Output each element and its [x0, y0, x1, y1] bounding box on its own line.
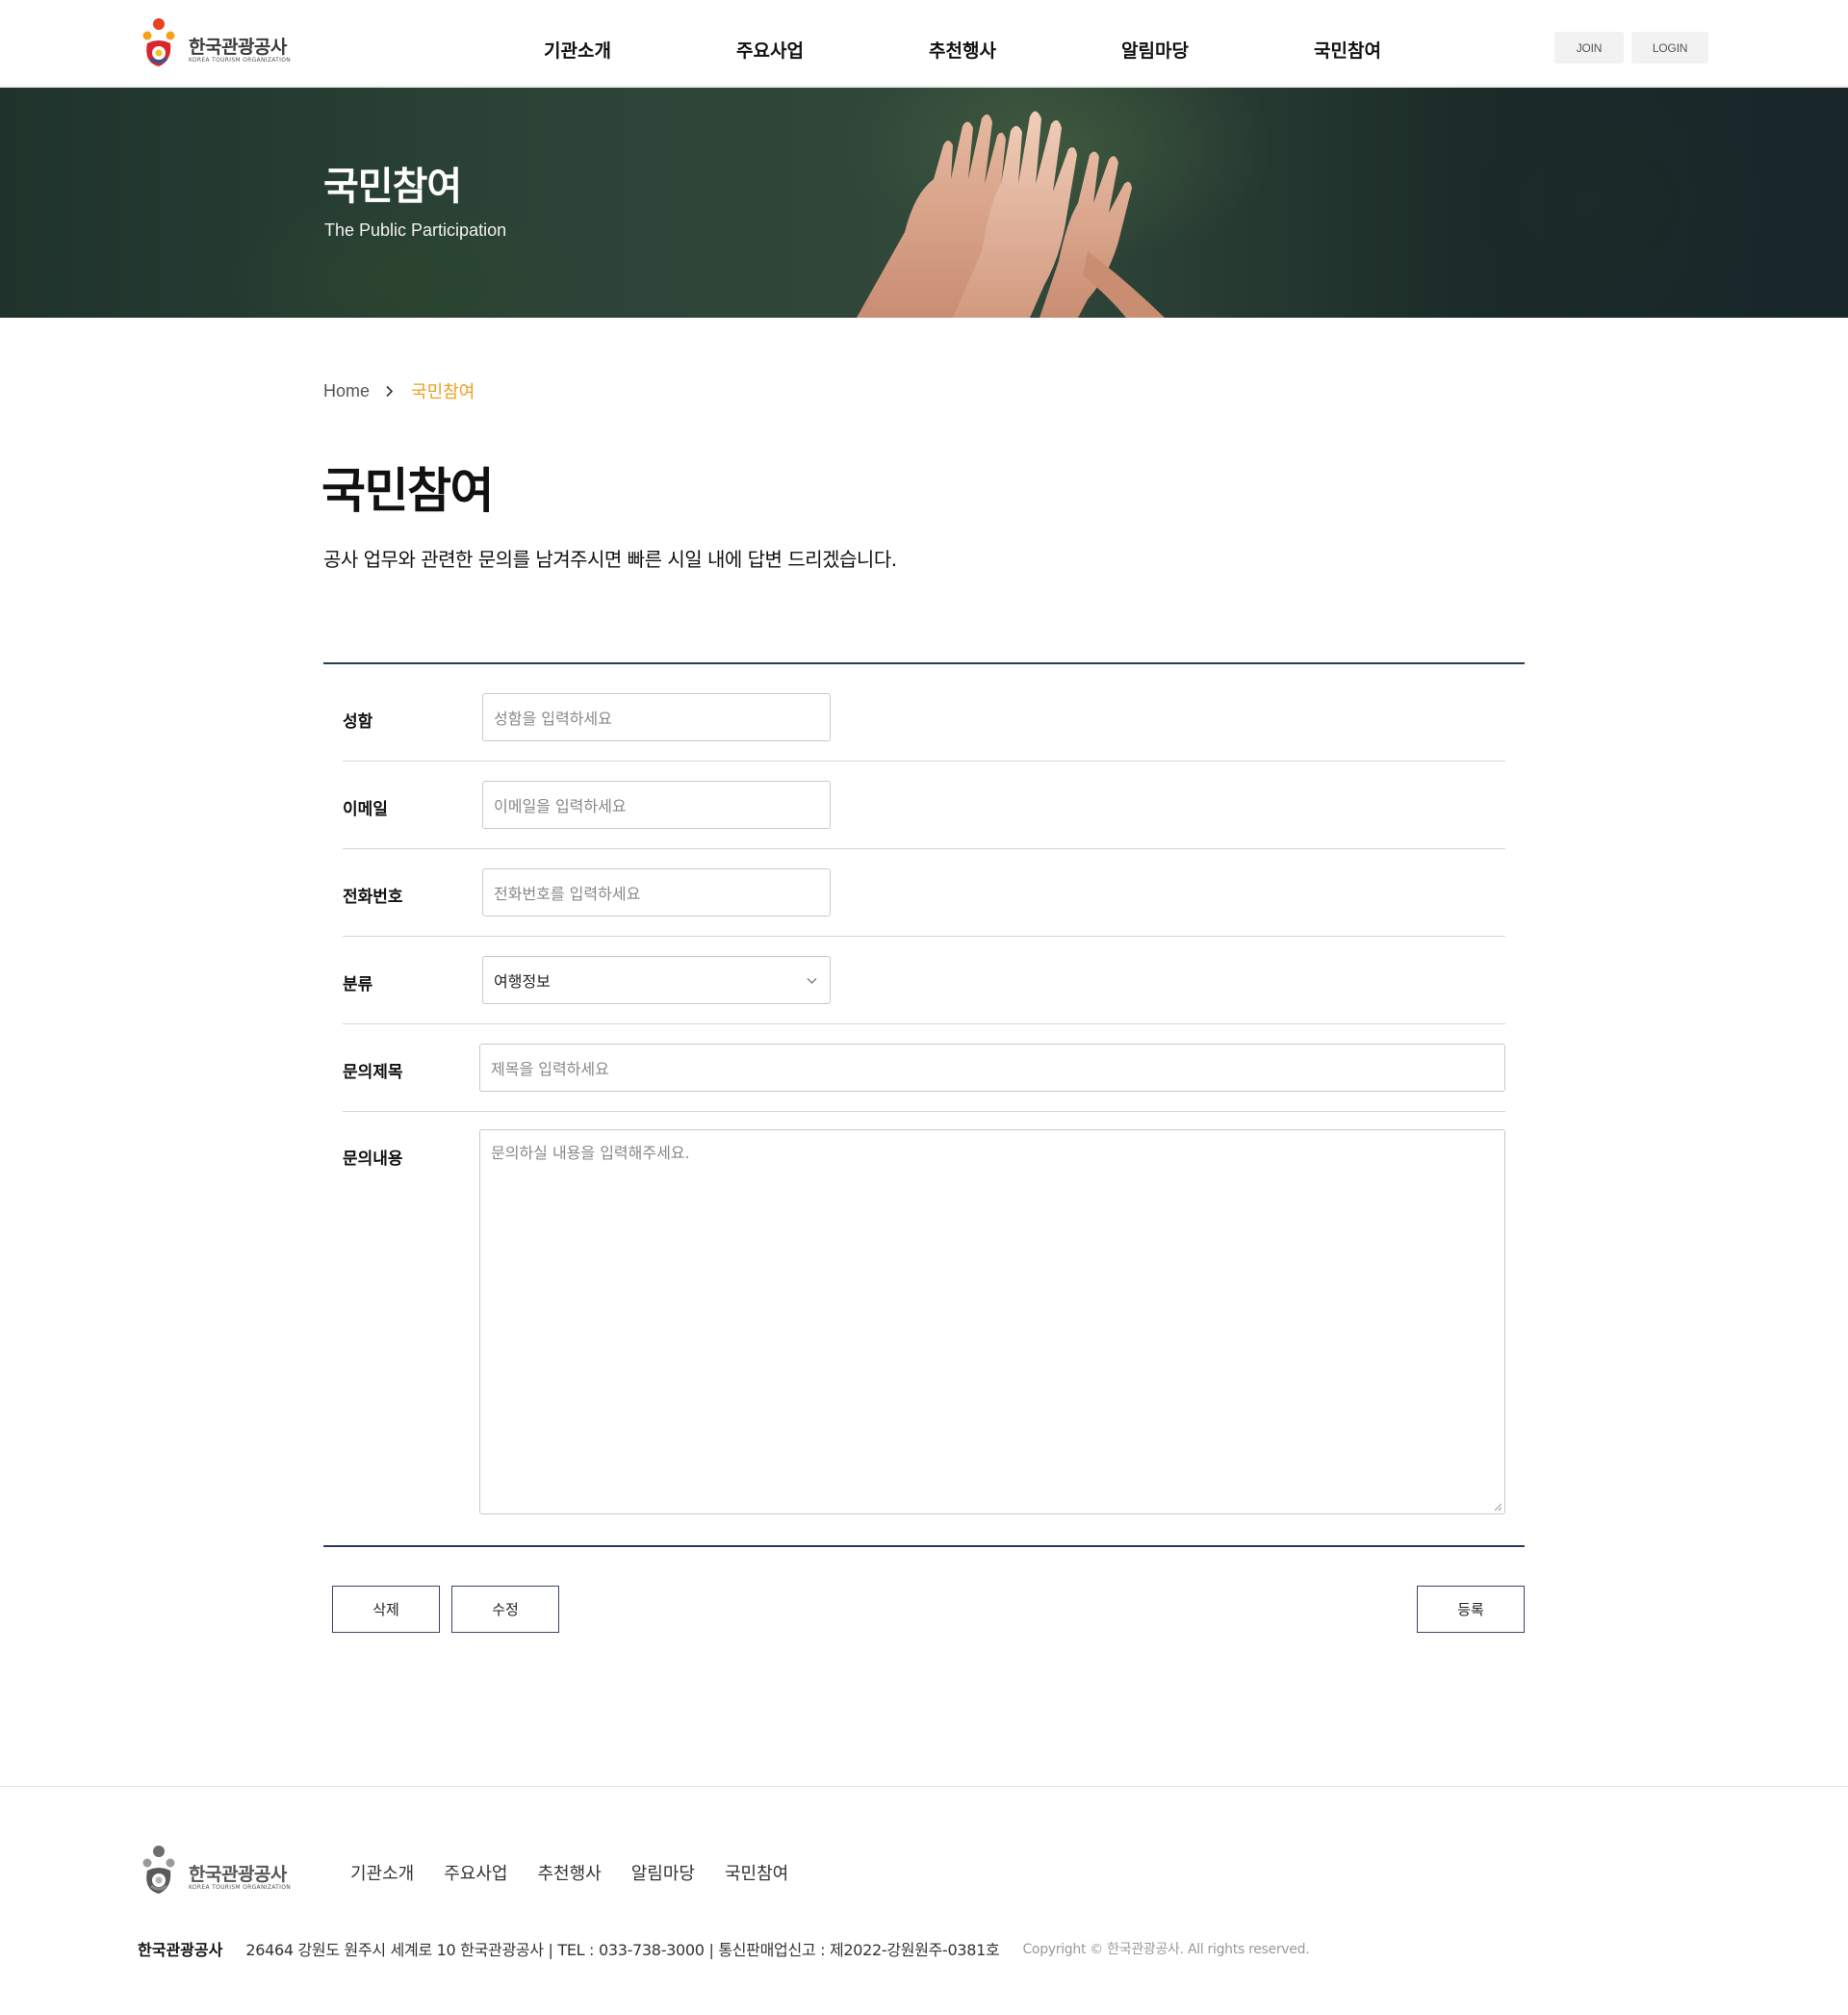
footer-nav-about[interactable]: 기관소개: [350, 1860, 414, 1885]
content-textarea[interactable]: 문의하실 내용을 입력해주세요.: [479, 1129, 1505, 1514]
form-row-phone: 전화번호 전화번호를 입력하세요: [343, 849, 1505, 937]
name-input[interactable]: 성함을 입력하세요: [482, 693, 831, 741]
subject-label: 문의제목: [343, 1063, 403, 1082]
submit-button[interactable]: 등록: [1417, 1586, 1525, 1633]
nav-item-business[interactable]: 주요사업: [674, 37, 866, 65]
breadcrumb-home[interactable]: Home: [323, 381, 370, 401]
name-label: 성함: [343, 712, 373, 732]
breadcrumb: Home 국민참여: [323, 378, 475, 403]
phone-label: 전화번호: [343, 888, 403, 907]
form-row-name: 성함 성함을 입력하세요: [343, 664, 1505, 762]
edit-button[interactable]: 수정: [451, 1586, 559, 1633]
footer-info: 한국관광공사 26464 강원도 원주시 세계로 10 한국관광공사 | TEL…: [138, 1937, 1310, 1960]
login-button[interactable]: LOGIN: [1631, 32, 1708, 64]
page-title: 국민참여: [321, 463, 495, 519]
site-footer: 한국관광공사 KOREA TOURISM ORGANIZATION 기관소개 주…: [0, 1786, 1848, 2015]
footer-nav-events[interactable]: 추천행사: [538, 1860, 602, 1885]
email-input[interactable]: 이메일을 입력하세요: [482, 781, 831, 829]
resize-grip-icon[interactable]: [1493, 1502, 1502, 1511]
form-row-email: 이메일 이메일을 입력하세요: [343, 762, 1505, 849]
category-select[interactable]: 여행정보: [482, 956, 831, 1004]
content-label: 문의내용: [343, 1150, 403, 1169]
nav-item-notice[interactable]: 알림마당: [1059, 37, 1251, 65]
breadcrumb-current[interactable]: 국민참여: [411, 378, 475, 403]
kto-emblem-icon: [142, 18, 175, 66]
chevron-right-icon: [386, 385, 394, 397]
footer-logo-subtext: KOREA TOURISM ORGANIZATION: [189, 1884, 292, 1891]
form-bottom-border: [323, 1545, 1525, 1547]
main-nav: 기관소개 주요사업 추천행사 알림마당 국민참여: [481, 37, 1444, 65]
footer-nav-notice[interactable]: 알림마당: [631, 1860, 695, 1885]
phone-input[interactable]: 전화번호를 입력하세요: [482, 868, 831, 917]
nav-item-participation[interactable]: 국민참여: [1251, 37, 1444, 65]
page-description: 공사 업무와 관련한 문의를 남겨주시면 빠른 시일 내에 답변 드리겠습니다.: [323, 548, 897, 571]
hero-title: 국민참여: [323, 165, 462, 209]
footer-nav: 기관소개 주요사업 추천행사 알림마당 국민참여: [350, 1860, 818, 1885]
site-header: 한국관광공사 KOREA TOURISM ORGANIZATION 기관소개 주…: [0, 0, 1848, 87]
category-selected-value: 여행정보: [494, 972, 551, 991]
site-logo[interactable]: 한국관광공사 KOREA TOURISM ORGANIZATION: [138, 16, 301, 72]
footer-logo[interactable]: 한국관광공사 KOREA TOURISM ORGANIZATION: [138, 1844, 301, 1899]
hero-banner: 국민참여 The Public Participation: [0, 88, 1848, 318]
footer-address: 26464 강원도 원주시 세계로 10 한국관광공사 | TEL : 033-…: [245, 1941, 1000, 1959]
footer-nav-participation[interactable]: 국민참여: [725, 1860, 788, 1885]
form-row-content: 문의내용 문의하실 내용을 입력해주세요.: [343, 1112, 1505, 1545]
kto-emblem-gray-icon: [142, 1846, 175, 1894]
footer-org-name: 한국관광공사: [138, 1941, 223, 1959]
hands-together-image: [857, 111, 1165, 318]
email-label: 이메일: [343, 800, 388, 819]
footer-nav-business[interactable]: 주요사업: [444, 1860, 507, 1885]
footer-logo-text: 한국관광공사: [189, 1864, 287, 1885]
nav-item-about[interactable]: 기관소개: [481, 37, 674, 65]
content-placeholder: 문의하실 내용을 입력해주세요.: [491, 1144, 690, 1162]
logo-subtext: KOREA TOURISM ORGANIZATION: [189, 57, 292, 64]
subject-input[interactable]: 제목을 입력하세요: [479, 1044, 1505, 1092]
delete-button[interactable]: 삭제: [332, 1586, 440, 1633]
form-row-subject: 문의제목 제목을 입력하세요: [343, 1024, 1505, 1112]
logo-text: 한국관광공사: [189, 37, 287, 58]
nav-item-events[interactable]: 추천행사: [866, 37, 1059, 65]
join-button[interactable]: JOIN: [1554, 32, 1624, 64]
form-row-category: 분류 여행정보: [343, 937, 1505, 1024]
hero-subtitle: The Public Participation: [324, 220, 507, 240]
footer-copyright: Copyright © 한국관광공사. All rights reserved.: [1022, 1942, 1310, 1957]
category-label: 분류: [343, 975, 373, 995]
chevron-down-icon: [807, 978, 817, 984]
